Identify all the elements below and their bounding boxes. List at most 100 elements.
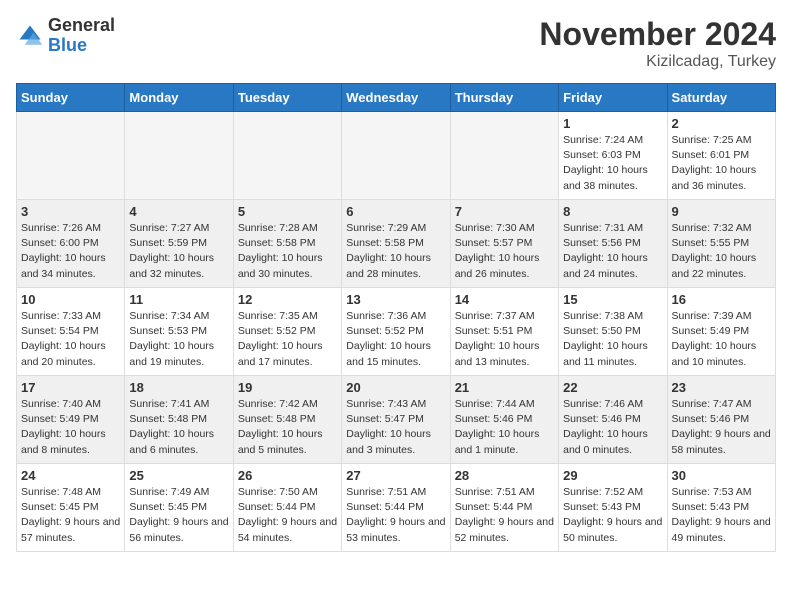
day-info: Sunrise: 7:33 AMSunset: 5:54 PMDaylight:… — [21, 309, 120, 370]
day-number: 22 — [563, 380, 662, 395]
calendar-cell: 4 Sunrise: 7:27 AMSunset: 5:59 PMDaylight… — [125, 200, 233, 288]
calendar-cell: 8 Sunrise: 7:31 AMSunset: 5:56 PMDaylight… — [559, 200, 667, 288]
calendar-cell: 5 Sunrise: 7:28 AMSunset: 5:58 PMDaylight… — [233, 200, 341, 288]
day-info: Sunrise: 7:40 AMSunset: 5:49 PMDaylight:… — [21, 397, 120, 458]
calendar-cell: 24Sunrise: 7:48 AMSunset: 5:45 PMDayligh… — [17, 464, 125, 552]
month-title: November 2024 — [539, 16, 776, 53]
day-info: Sunrise: 7:30 AMSunset: 5:57 PMDaylight:… — [455, 221, 554, 282]
calendar-cell: 11 Sunrise: 7:34 AMSunset: 5:53 PMDayligh… — [125, 288, 233, 376]
day-number: 23 — [672, 380, 771, 395]
calendar-cell: 15 Sunrise: 7:38 AMSunset: 5:50 PMDayligh… — [559, 288, 667, 376]
day-info: Sunrise: 7:51 AMSunset: 5:44 PMDaylight:… — [455, 485, 554, 546]
day-info: Sunrise: 7:28 AMSunset: 5:58 PMDaylight:… — [238, 221, 337, 282]
day-info: Sunrise: 7:34 AMSunset: 5:53 PMDaylight:… — [129, 309, 228, 370]
calendar-cell: 10 Sunrise: 7:33 AMSunset: 5:54 PMDayligh… — [17, 288, 125, 376]
day-number: 8 — [563, 204, 662, 219]
day-number: 30 — [672, 468, 771, 483]
calendar-cell: 23 Sunrise: 7:47 AMSunset: 5:46 PMDayligh… — [667, 376, 775, 464]
day-number: 13 — [346, 292, 445, 307]
calendar-cell — [233, 112, 341, 200]
title-block: November 2024 Kizilcadag, Turkey — [539, 16, 776, 71]
weekday-header-sunday: Sunday — [17, 84, 125, 112]
calendar-cell: 20 Sunrise: 7:43 AMSunset: 5:47 PMDayligh… — [342, 376, 450, 464]
weekday-header-saturday: Saturday — [667, 84, 775, 112]
day-info: Sunrise: 7:41 AMSunset: 5:48 PMDaylight:… — [129, 397, 228, 458]
day-info: Sunrise: 7:36 AMSunset: 5:52 PMDaylight:… — [346, 309, 445, 370]
calendar-cell: 9Sunrise: 7:32 AMSunset: 5:55 PMDaylight… — [667, 200, 775, 288]
logo: General Blue — [16, 16, 115, 56]
day-info: Sunrise: 7:51 AMSunset: 5:44 PMDaylight:… — [346, 485, 445, 546]
day-info: Sunrise: 7:46 AMSunset: 5:46 PMDaylight:… — [563, 397, 662, 458]
calendar-cell: 1Sunrise: 7:24 AMSunset: 6:03 PMDaylight… — [559, 112, 667, 200]
day-number: 7 — [455, 204, 554, 219]
day-info: Sunrise: 7:39 AMSunset: 5:49 PMDaylight:… — [672, 309, 771, 370]
calendar-table: SundayMondayTuesdayWednesdayThursdayFrid… — [16, 83, 776, 552]
day-info: Sunrise: 7:47 AMSunset: 5:46 PMDaylight:… — [672, 397, 771, 458]
calendar-cell — [17, 112, 125, 200]
day-info: Sunrise: 7:53 AMSunset: 5:43 PMDaylight:… — [672, 485, 771, 546]
day-number: 12 — [238, 292, 337, 307]
day-info: Sunrise: 7:42 AMSunset: 5:48 PMDaylight:… — [238, 397, 337, 458]
calendar-cell: 6 Sunrise: 7:29 AMSunset: 5:58 PMDaylight… — [342, 200, 450, 288]
day-info: Sunrise: 7:44 AMSunset: 5:46 PMDaylight:… — [455, 397, 554, 458]
calendar-cell — [450, 112, 558, 200]
calendar-cell: 28 Sunrise: 7:51 AMSunset: 5:44 PMDayligh… — [450, 464, 558, 552]
calendar-cell — [125, 112, 233, 200]
day-info: Sunrise: 7:50 AMSunset: 5:44 PMDaylight:… — [238, 485, 337, 546]
page-header: General Blue November 2024 Kizilcadag, T… — [16, 16, 776, 71]
calendar-cell: 17 Sunrise: 7:40 AMSunset: 5:49 PMDayligh… — [17, 376, 125, 464]
day-info: Sunrise: 7:35 AMSunset: 5:52 PMDaylight:… — [238, 309, 337, 370]
calendar-cell: 25 Sunrise: 7:49 AMSunset: 5:45 PMDayligh… — [125, 464, 233, 552]
calendar-cell: 2 Sunrise: 7:25 AMSunset: 6:01 PMDaylight… — [667, 112, 775, 200]
day-info: Sunrise: 7:43 AMSunset: 5:47 PMDaylight:… — [346, 397, 445, 458]
weekday-header-monday: Monday — [125, 84, 233, 112]
location: Kizilcadag, Turkey — [539, 53, 776, 71]
day-number: 17 — [21, 380, 120, 395]
day-info: Sunrise: 7:29 AMSunset: 5:58 PMDaylight:… — [346, 221, 445, 282]
week-row-2: 3Sunrise: 7:26 AMSunset: 6:00 PMDaylight… — [17, 200, 776, 288]
weekday-header-tuesday: Tuesday — [233, 84, 341, 112]
day-number: 6 — [346, 204, 445, 219]
day-number: 15 — [563, 292, 662, 307]
day-number: 16 — [672, 292, 771, 307]
weekday-header-wednesday: Wednesday — [342, 84, 450, 112]
day-number: 2 — [672, 116, 771, 131]
week-row-4: 17 Sunrise: 7:40 AMSunset: 5:49 PMDayligh… — [17, 376, 776, 464]
day-number: 14 — [455, 292, 554, 307]
day-number: 3 — [21, 204, 120, 219]
weekday-header-friday: Friday — [559, 84, 667, 112]
calendar-cell: 26 Sunrise: 7:50 AMSunset: 5:44 PMDayligh… — [233, 464, 341, 552]
day-info: Sunrise: 7:31 AMSunset: 5:56 PMDaylight:… — [563, 221, 662, 282]
calendar-cell: 21 Sunrise: 7:44 AMSunset: 5:46 PMDayligh… — [450, 376, 558, 464]
calendar-cell: 18Sunrise: 7:41 AMSunset: 5:48 PMDayligh… — [125, 376, 233, 464]
day-info: Sunrise: 7:52 AMSunset: 5:43 PMDaylight:… — [563, 485, 662, 546]
calendar-cell: 16 Sunrise: 7:39 AMSunset: 5:49 PMDayligh… — [667, 288, 775, 376]
day-number: 1 — [563, 116, 662, 131]
day-info: Sunrise: 7:32 AMSunset: 5:55 PMDaylight:… — [672, 221, 771, 282]
calendar-cell: 19Sunrise: 7:42 AMSunset: 5:48 PMDayligh… — [233, 376, 341, 464]
day-number: 29 — [563, 468, 662, 483]
logo-text: General Blue — [48, 16, 115, 56]
day-info: Sunrise: 7:27 AMSunset: 5:59 PMDaylight:… — [129, 221, 228, 282]
logo-icon — [16, 22, 44, 50]
day-number: 5 — [238, 204, 337, 219]
day-number: 20 — [346, 380, 445, 395]
day-number: 25 — [129, 468, 228, 483]
day-info: Sunrise: 7:25 AMSunset: 6:01 PMDaylight:… — [672, 133, 771, 194]
week-row-1: 1Sunrise: 7:24 AMSunset: 6:03 PMDaylight… — [17, 112, 776, 200]
day-number: 21 — [455, 380, 554, 395]
day-number: 26 — [238, 468, 337, 483]
day-info: Sunrise: 7:38 AMSunset: 5:50 PMDaylight:… — [563, 309, 662, 370]
calendar-cell: 12 Sunrise: 7:35 AMSunset: 5:52 PMDayligh… — [233, 288, 341, 376]
day-number: 28 — [455, 468, 554, 483]
day-number: 11 — [129, 292, 228, 307]
day-number: 4 — [129, 204, 228, 219]
day-info: Sunrise: 7:49 AMSunset: 5:45 PMDaylight:… — [129, 485, 228, 546]
day-number: 27 — [346, 468, 445, 483]
calendar-cell: 3Sunrise: 7:26 AMSunset: 6:00 PMDaylight… — [17, 200, 125, 288]
weekday-header-row: SundayMondayTuesdayWednesdayThursdayFrid… — [17, 84, 776, 112]
calendar-cell: 27 Sunrise: 7:51 AMSunset: 5:44 PMDayligh… — [342, 464, 450, 552]
day-number: 10 — [21, 292, 120, 307]
weekday-header-thursday: Thursday — [450, 84, 558, 112]
calendar-cell: 7 Sunrise: 7:30 AMSunset: 5:57 PMDaylight… — [450, 200, 558, 288]
